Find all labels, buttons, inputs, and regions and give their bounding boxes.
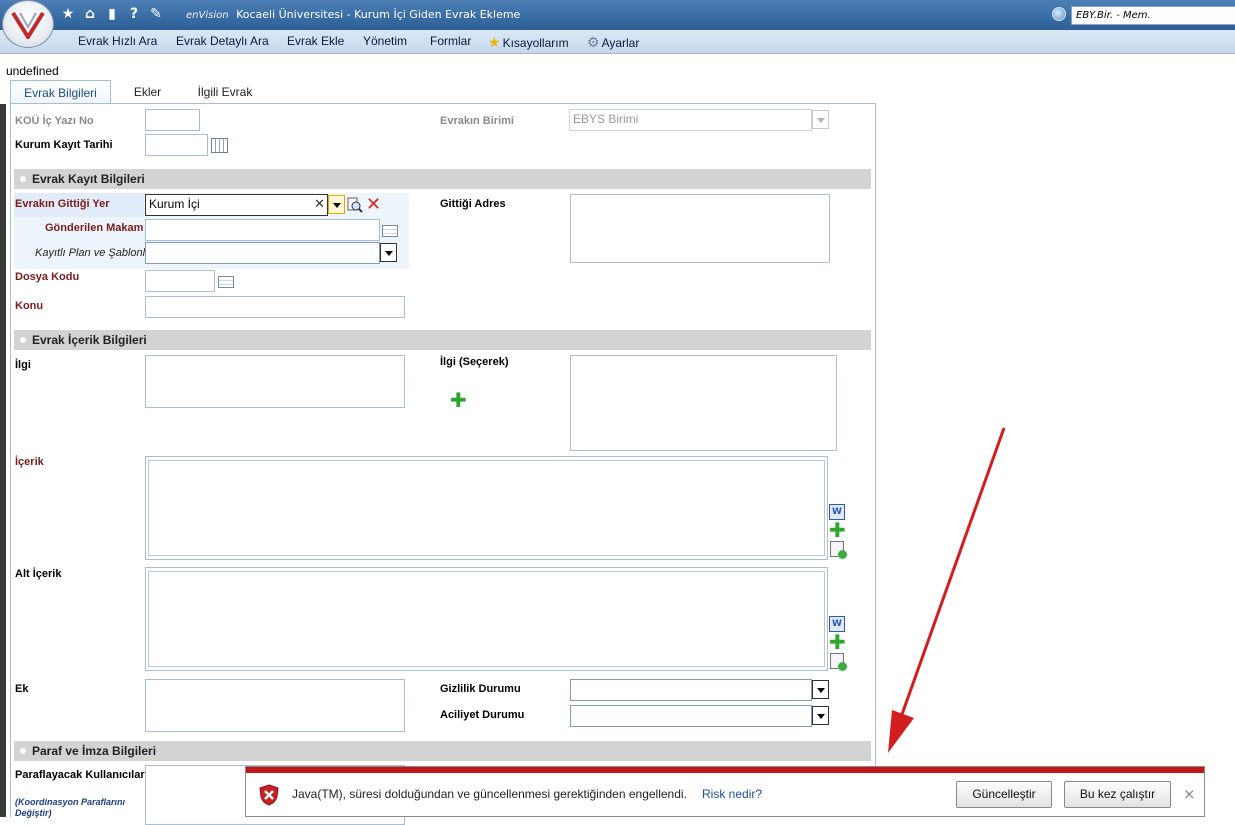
evrakin-birimi-dropdown-button	[812, 110, 829, 129]
kayitli-plan-dropdown-button[interactable]	[380, 243, 397, 262]
aciliyet-select[interactable]	[570, 705, 812, 727]
window-title: enVision Kocaeli Üniversitesi - Kurum İç…	[186, 8, 520, 21]
label-dosya-kodu: Dosya Kodu	[15, 271, 80, 283]
ek-textarea[interactable]	[145, 679, 405, 732]
gizlilik-dropdown-button[interactable]	[812, 680, 829, 699]
java-blocked-notification: Java(TM), süresi dolduğundan ve güncelle…	[245, 766, 1205, 817]
section-evrak-icerik: Evrak İçerik Bilgileri	[14, 330, 871, 350]
menu-evrak-detayli-ara[interactable]: Evrak Detaylı Ara	[176, 34, 269, 48]
konu-input[interactable]	[145, 296, 405, 318]
label-gittigi-yer: Evrakın Gittiği Yer	[15, 198, 110, 210]
gittigi-adres-textarea[interactable]	[570, 194, 830, 263]
kayitli-plan-select[interactable]	[145, 242, 380, 264]
gittigi-yer-dropdown-button[interactable]	[328, 195, 345, 214]
icerik-editor[interactable]	[145, 456, 828, 560]
update-button[interactable]: Güncelleştir	[956, 781, 1052, 808]
aciliyet-dropdown-button[interactable]	[812, 706, 829, 725]
menu-bar: Evrak Hızlı Ara Evrak Detaylı Ara Evrak …	[0, 30, 1235, 54]
red-arrow-annotation	[888, 427, 1006, 753]
menu-kisayollarim-label: Kısayollarım	[502, 36, 569, 50]
ilgi-textarea[interactable]	[145, 355, 405, 408]
clear-icon[interactable]: ✕	[314, 197, 325, 212]
tab-ekler[interactable]: Ekler	[125, 80, 170, 104]
label-icerik: İçerik	[15, 456, 44, 468]
close-icon[interactable]: ×	[1183, 785, 1196, 803]
label-kayitli-plan: Kayıtlı Plan ve Şablonlar	[35, 247, 155, 259]
list-icon[interactable]	[218, 276, 234, 288]
section-dot-icon	[20, 748, 26, 754]
menu-formlar[interactable]: Formlar	[430, 34, 471, 48]
tab-evrak-bilgileri[interactable]: Evrak Bilgileri	[10, 80, 111, 104]
label-paraflayacak: Paraflayacak Kullanıcılar	[15, 769, 145, 781]
menu-evrak-hizli-ara[interactable]: Evrak Hızlı Ara	[78, 34, 157, 48]
search-icon[interactable]	[347, 197, 363, 213]
list-icon[interactable]	[382, 225, 398, 237]
delete-icon[interactable]: ✕	[366, 194, 381, 215]
section-dot-icon	[20, 176, 26, 182]
label-gizlilik: Gizlilik Durumu	[440, 683, 521, 695]
label-kurum-kayit-tarihi: Kurum Kayıt Tarihi	[15, 139, 113, 151]
star-icon[interactable]: ★	[60, 5, 76, 23]
evrakin-birimi-select: EBYS Birimi	[569, 109, 812, 131]
koordinasyon-link[interactable]: (Koordinasyon Paraflarını Değiştir)	[15, 797, 135, 819]
brand-logo: enVision	[186, 10, 229, 21]
label-gonderilen-makam: Gönderilen Makam	[45, 222, 144, 234]
section-dot-icon	[20, 337, 26, 343]
add-icon[interactable]: ✚	[450, 390, 467, 410]
label-evrakin-birimi: Evrakın Birimi	[440, 115, 514, 127]
undefined-text: undefined	[6, 64, 59, 78]
label-aciliyet: Aciliyet Durumu	[440, 709, 525, 721]
ilgi-secerek-list[interactable]	[570, 355, 837, 451]
section-evrak-icerik-title: Evrak İçerik Bilgileri	[32, 333, 147, 347]
globe-icon[interactable]	[1052, 7, 1066, 21]
gonderilen-makam-input[interactable]	[145, 219, 380, 241]
user-box[interactable]: EBY.Bir. - Mem.	[1071, 6, 1235, 25]
run-once-button[interactable]: Bu kez çalıştır	[1064, 781, 1171, 808]
menu-yonetim[interactable]: Yönetim	[363, 34, 407, 48]
menu-kisayollarim[interactable]: ★ Kısayollarım	[488, 34, 569, 51]
label-ilgi: İlgi	[15, 359, 31, 371]
app-logo[interactable]	[2, 0, 54, 48]
calendar-icon[interactable]	[211, 138, 228, 153]
settings-icon: ⚙	[587, 34, 600, 50]
label-alt-icerik: Alt İçerik	[15, 568, 62, 580]
menu-evrak-ekle[interactable]: Evrak Ekle	[287, 34, 344, 48]
home-icon[interactable]: ⌂	[82, 5, 98, 23]
notification-message: Java(TM), süresi dolduğundan ve güncelle…	[292, 787, 687, 801]
section-evrak-kayit: Evrak Kayıt Bilgileri	[14, 169, 871, 189]
left-border	[0, 104, 6, 817]
kurum-kayit-tarihi-input[interactable]	[145, 134, 208, 156]
star-icon: ★	[488, 34, 501, 50]
section-evrak-kayit-title: Evrak Kayıt Bilgileri	[32, 172, 145, 186]
label-ek: Ek	[15, 683, 29, 695]
label-kou-yazi-no: KOÜ İç Yazı No	[15, 115, 94, 127]
alt-icerik-editor[interactable]	[145, 567, 828, 671]
trash-icon[interactable]: ▮	[104, 5, 120, 23]
section-paraf-imza: Paraf ve İmza Bilgileri	[14, 741, 871, 761]
pin-icon[interactable]: ✎	[148, 5, 164, 23]
add-icon[interactable]: ✚	[829, 520, 846, 540]
menu-ayarlar[interactable]: ⚙ Ayarlar	[587, 34, 639, 51]
dosya-kodu-input[interactable]	[145, 270, 215, 292]
notification-strip	[246, 767, 1204, 773]
help-icon[interactable]: ?	[126, 5, 142, 23]
kou-yazi-no-input[interactable]	[145, 109, 200, 131]
section-paraf-imza-title: Paraf ve İmza Bilgileri	[32, 744, 157, 758]
gizlilik-select[interactable]	[570, 679, 812, 701]
window-title-text: Kocaeli Üniversitesi - Kurum İçi Giden E…	[236, 8, 521, 21]
document-add-icon[interactable]	[830, 541, 847, 559]
gittigi-yer-select[interactable]: Kurum İçi	[145, 194, 328, 216]
shield-warning-icon	[259, 784, 279, 806]
title-bar: ★ ⌂ ▮ ? ✎ enVision Kocaeli Üniversitesi …	[0, 0, 1235, 48]
risk-link[interactable]: Risk nedir?	[702, 787, 762, 801]
quick-icons: ★ ⌂ ▮ ? ✎	[60, 5, 164, 23]
label-konu: Konu	[15, 300, 44, 312]
tab-ilgili-evrak[interactable]: İlgili Evrak	[190, 80, 260, 104]
document-add-icon[interactable]	[830, 653, 847, 671]
menu-ayarlar-label: Ayarlar	[601, 36, 640, 50]
label-ilgi-secerek: İlgi (Seçerek)	[440, 356, 509, 368]
add-icon[interactable]: ✚	[829, 632, 846, 652]
label-gittigi-adres: Gittiği Adres	[440, 198, 506, 210]
